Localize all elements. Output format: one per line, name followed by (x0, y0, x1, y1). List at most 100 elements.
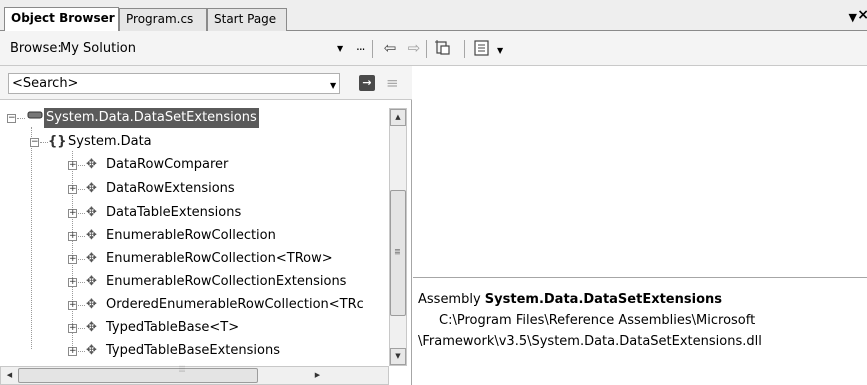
tree-connector (78, 236, 85, 237)
browse-scope-value: My Solution (60, 41, 137, 56)
tree-label-type: TypedTableBaseExtensions (106, 343, 280, 358)
tree-row-type[interactable]: + ✥ EnumerableRowCollectionExtensions (0, 272, 380, 292)
tree-label-type: EnumerableRowCollection<TRow> (106, 251, 333, 266)
description-prefix: Assembly (418, 292, 485, 307)
tab-label: Program.cs (126, 12, 194, 26)
tree-label-namespace: System.Data (68, 134, 152, 149)
scroll-up-icon[interactable]: ▲ (390, 109, 406, 126)
tree-connector (78, 213, 85, 214)
chevron-down-icon[interactable]: ▼ (497, 46, 503, 55)
expand-icon[interactable]: + (68, 255, 77, 264)
tree-row-namespace[interactable]: − {} System.Data (0, 132, 380, 152)
chevron-down-icon[interactable]: ▼ (330, 81, 336, 90)
class-icon: ✥ (86, 251, 97, 266)
tree-row-type[interactable]: + ✥ DataRowExtensions (0, 179, 380, 199)
tree-label-type: EnumerableRowCollection (106, 228, 276, 243)
close-icon[interactable]: × (857, 7, 867, 23)
expand-icon[interactable]: + (68, 301, 77, 310)
class-icon: ✥ (86, 157, 97, 172)
tab-object-browser[interactable]: Object Browser (4, 7, 119, 31)
tree-label-type: DataTableExtensions (106, 205, 242, 220)
tree-row-type[interactable]: + ✥ DataTableExtensions (0, 203, 380, 223)
tree-row-type[interactable]: + ✥ DataRowComparer (0, 155, 380, 175)
scroll-left-icon[interactable]: ◀ (1, 367, 18, 384)
objects-tree[interactable]: − System.Data.DataSetExtensions − {} Sys… (0, 100, 412, 385)
class-icon: ✥ (86, 228, 97, 243)
tree-label-assembly: System.Data.DataSetExtensions (44, 108, 259, 128)
namespace-icon: {} (48, 134, 67, 149)
expand-icon[interactable]: + (68, 324, 77, 333)
chevron-down-icon[interactable]: ▼ (337, 44, 343, 53)
expand-icon[interactable]: + (68, 347, 77, 356)
tree-connector (78, 328, 85, 329)
tree-row-type[interactable]: + ✥ TypedTableBase<T> (0, 318, 380, 338)
document-tab-strip: Object Browser Program.cs Start Page ▼ × (0, 0, 867, 31)
expand-icon[interactable]: + (68, 161, 77, 170)
description-assembly-name: System.Data.DataSetExtensions (484, 292, 722, 307)
members-pane[interactable] (413, 66, 867, 278)
class-icon: ✥ (86, 274, 97, 289)
tree-connector (78, 351, 85, 352)
search-input[interactable]: <Search> (8, 73, 340, 94)
tab-label: Start Page (214, 12, 277, 26)
class-icon: ✥ (86, 205, 97, 220)
tree-row-assembly[interactable]: − System.Data.DataSetExtensions (0, 108, 380, 128)
tree-label-type: DataRowExtensions (106, 181, 235, 196)
chevron-down-icon[interactable]: ▼ (849, 11, 857, 24)
tree-row-type[interactable]: + ✥ EnumerableRowCollection (0, 226, 380, 246)
description-path-line2: \Framework\v3.5\System.Data.DataSetExten… (418, 334, 762, 349)
collapse-icon[interactable]: − (7, 114, 16, 123)
tree-connector (78, 305, 85, 306)
tree-connector (17, 118, 25, 119)
tab-start-page[interactable]: Start Page (207, 8, 287, 31)
expand-icon[interactable]: + (68, 232, 77, 241)
vertical-scroll-thumb[interactable]: ═ ═ (390, 190, 406, 316)
expand-icon[interactable]: + (68, 185, 77, 194)
horizontal-scroll-thumb[interactable]: ⦙⦙⦙ (18, 365, 258, 383)
grip-icon: ═ ═ (395, 246, 400, 258)
expand-icon[interactable]: + (68, 278, 77, 287)
tree-connector (78, 282, 85, 283)
browse-scope-dropdown[interactable]: My Solution (59, 38, 356, 59)
scroll-right-icon[interactable]: ▶ (309, 367, 326, 384)
description-path-line1: C:\Program Files\Reference Assemblies\Mi… (439, 313, 756, 328)
toolbar-divider (426, 40, 427, 58)
tree-connector (78, 259, 85, 260)
add-reference-icon[interactable] (434, 39, 452, 57)
assembly-icon (27, 108, 43, 128)
tab-program-cs[interactable]: Program.cs (119, 8, 207, 31)
tree-label-type: OrderedEnumerableRowCollection<TRc (106, 297, 364, 312)
tree-label-type: TypedTableBase<T> (106, 320, 240, 335)
tree-row-type[interactable]: + ✥ TypedTableBaseExtensions (0, 341, 380, 361)
tree-connector (40, 142, 48, 143)
settings-icon[interactable] (473, 39, 491, 57)
expand-icon[interactable]: + (68, 209, 77, 218)
collapse-icon[interactable]: − (30, 138, 39, 147)
clear-search-icon[interactable]: ≡ (386, 74, 399, 92)
horizontal-scrollbar[interactable]: ◀ ⦙⦙⦙ ▶ (0, 365, 389, 385)
customize-browse-button[interactable]: ... (356, 39, 366, 53)
description-pane[interactable]: Assembly System.Data.DataSetExtensions C… (413, 279, 867, 385)
back-arrow-icon[interactable]: ⇦ (381, 39, 399, 57)
arrow-right-icon[interactable]: → (359, 75, 375, 91)
search-bar: <Search> ▼ → ≡ (0, 66, 412, 100)
description-heading: Assembly System.Data.DataSetExtensions (418, 292, 722, 307)
class-icon: ✥ (86, 181, 97, 196)
tree-connector (78, 189, 85, 190)
vertical-scrollbar[interactable]: ▲ ═ ═ ▼ (389, 108, 407, 366)
tree-row-type[interactable]: + ✥ EnumerableRowCollection<TRow> (0, 249, 380, 269)
grip-icon: ⦙⦙⦙ (179, 365, 186, 375)
tree-label-type: EnumerableRowCollectionExtensions (106, 274, 347, 289)
class-icon: ✥ (86, 297, 97, 312)
class-icon: ✥ (86, 320, 97, 335)
tab-label: Object Browser (11, 11, 115, 25)
toolbar-divider (464, 40, 465, 58)
forward-arrow-icon[interactable]: ⇨ (405, 39, 423, 57)
class-icon: ✥ (86, 343, 97, 358)
tree-connector (78, 165, 85, 166)
tree-label-type: DataRowComparer (106, 157, 229, 172)
browse-label: Browse: (10, 41, 62, 56)
toolbar-divider (372, 40, 373, 58)
tree-row-type[interactable]: + ✥ OrderedEnumerableRowCollection<TRc (0, 295, 386, 315)
scroll-down-icon[interactable]: ▼ (390, 348, 406, 365)
